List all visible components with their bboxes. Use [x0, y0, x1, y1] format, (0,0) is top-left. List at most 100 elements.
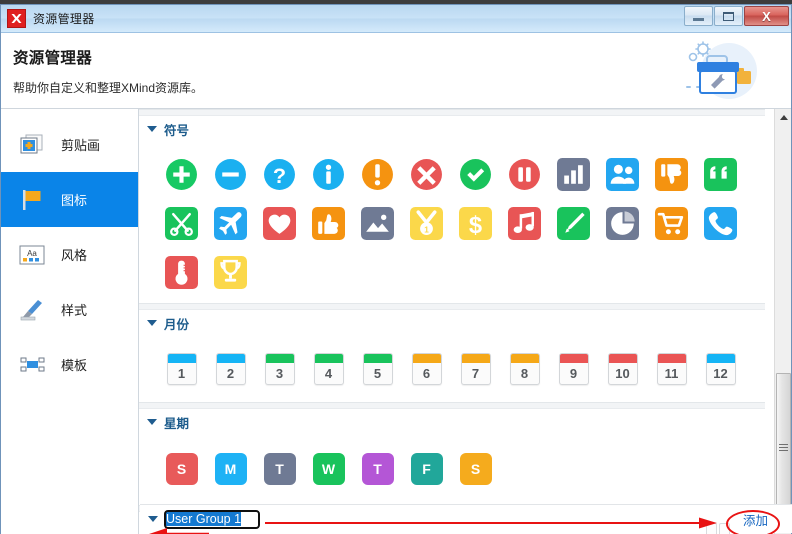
calendar-month-icon[interactable]: 5 — [362, 353, 393, 385]
scroll-up-arrow-icon[interactable] — [775, 109, 791, 126]
icon-cell[interactable] — [451, 150, 500, 199]
weekday-icon[interactable]: S — [165, 453, 198, 485]
icon-cell[interactable]: $ — [451, 199, 500, 248]
close-button[interactable]: X — [744, 6, 789, 26]
icon-cell[interactable] — [304, 199, 353, 248]
plus-circle-icon[interactable] — [165, 158, 198, 191]
weekday-cell[interactable]: S — [157, 445, 206, 493]
bar-chart-icon[interactable] — [557, 158, 590, 191]
weekday-cell[interactable]: T — [353, 445, 402, 493]
weekday-icon[interactable]: S — [459, 453, 492, 485]
icon-cell[interactable]: ? — [255, 150, 304, 199]
shopping-cart-icon[interactable] — [655, 207, 688, 240]
weekday-cell[interactable]: T — [255, 445, 304, 493]
month-cell[interactable]: 1 — [157, 346, 206, 392]
calendar-month-icon[interactable]: 1 — [166, 353, 197, 385]
scissors-icon[interactable] — [165, 207, 198, 240]
people-icon[interactable] — [606, 158, 639, 191]
calendar-month-icon[interactable]: 2 — [215, 353, 246, 385]
icon-cell[interactable] — [696, 150, 745, 199]
month-cell[interactable]: 6 — [402, 346, 451, 392]
month-cell[interactable]: 11 — [647, 346, 696, 392]
icon-cell[interactable] — [157, 248, 206, 297]
section-header-months[interactable]: 月份 — [139, 310, 765, 336]
thumbs-up-icon[interactable] — [312, 207, 345, 240]
month-cell[interactable]: 5 — [353, 346, 402, 392]
maximize-button[interactable] — [714, 6, 743, 26]
icon-cell[interactable] — [696, 199, 745, 248]
month-cell[interactable]: 4 — [304, 346, 353, 392]
calendar-month-icon[interactable]: 4 — [313, 353, 344, 385]
icon-cell[interactable]: 1 — [402, 199, 451, 248]
weekday-cell[interactable]: F — [402, 445, 451, 493]
sidebar-item-style[interactable]: Aa 风格 — [1, 227, 138, 282]
weekday-icon[interactable]: F — [410, 453, 443, 485]
calendar-month-icon[interactable]: 9 — [558, 353, 589, 385]
icon-cell[interactable] — [549, 150, 598, 199]
icon-cell[interactable] — [206, 150, 255, 199]
exclamation-circle-icon[interactable] — [361, 158, 394, 191]
icon-cell[interactable] — [500, 199, 549, 248]
calendar-month-icon[interactable]: 6 — [411, 353, 442, 385]
month-cell[interactable]: 8 — [500, 346, 549, 392]
icon-cell[interactable] — [206, 248, 255, 297]
pause-circle-icon[interactable] — [508, 158, 541, 191]
icon-cell[interactable] — [353, 150, 402, 199]
month-cell[interactable]: 10 — [598, 346, 647, 392]
sidebar-item-theme[interactable]: 样式 — [1, 282, 138, 337]
question-circle-icon[interactable]: ? — [263, 158, 296, 191]
icon-cell[interactable] — [255, 199, 304, 248]
weekday-icon[interactable]: W — [312, 453, 345, 485]
icon-cell[interactable] — [598, 150, 647, 199]
sidebar-item-icons[interactable]: 图标 — [1, 172, 138, 227]
dollar-icon[interactable]: $ — [459, 207, 492, 240]
icon-cell[interactable] — [598, 199, 647, 248]
icon-cell[interactable] — [647, 199, 696, 248]
icon-cell[interactable] — [549, 199, 598, 248]
airplane-icon[interactable] — [214, 207, 247, 240]
month-cell[interactable]: 12 — [696, 346, 745, 392]
weekday-cell[interactable]: S — [451, 445, 500, 493]
calendar-month-icon[interactable]: 10 — [607, 353, 638, 385]
group-name-input[interactable] — [163, 508, 261, 530]
pie-chart-icon[interactable] — [606, 207, 639, 240]
calendar-month-icon[interactable]: 3 — [264, 353, 295, 385]
caret-down-icon[interactable] — [148, 516, 158, 522]
thumbs-down-icon[interactable] — [655, 158, 688, 191]
weekday-icon[interactable]: M — [214, 453, 247, 485]
cross-circle-icon[interactable] — [410, 158, 443, 191]
vertical-scrollbar[interactable] — [774, 109, 791, 534]
section-header-weekdays[interactable]: 星期 — [139, 409, 765, 435]
section-header-symbols[interactable]: 符号 — [139, 116, 765, 142]
check-circle-icon[interactable] — [459, 158, 492, 191]
icon-cell[interactable] — [402, 150, 451, 199]
month-cell[interactable]: 2 — [206, 346, 255, 392]
minimize-button[interactable] — [684, 6, 713, 26]
trophy-icon[interactable] — [214, 256, 247, 289]
icon-cell[interactable] — [647, 150, 696, 199]
pencil-icon[interactable] — [557, 207, 590, 240]
image-icon[interactable] — [361, 207, 394, 240]
heart-icon[interactable] — [263, 207, 296, 240]
quote-icon[interactable] — [704, 158, 737, 191]
icon-cell[interactable] — [157, 150, 206, 199]
sidebar-item-clipart[interactable]: 剪贴画 — [1, 117, 138, 172]
calendar-month-icon[interactable]: 7 — [460, 353, 491, 385]
weekday-icon[interactable]: T — [361, 453, 394, 485]
minus-circle-icon[interactable] — [214, 158, 247, 191]
calendar-month-icon[interactable]: 8 — [509, 353, 540, 385]
phone-icon[interactable] — [704, 207, 737, 240]
month-cell[interactable]: 3 — [255, 346, 304, 392]
month-cell[interactable]: 9 — [549, 346, 598, 392]
calendar-month-icon[interactable]: 12 — [705, 353, 736, 385]
sidebar-item-template[interactable]: 模板 — [1, 337, 138, 392]
music-icon[interactable] — [508, 207, 541, 240]
thermometer-icon[interactable] — [165, 256, 198, 289]
icon-cell[interactable] — [500, 150, 549, 199]
scroll-thumb[interactable] — [776, 373, 791, 521]
calendar-month-icon[interactable]: 11 — [656, 353, 687, 385]
medal-icon[interactable]: 1 — [410, 207, 443, 240]
add-button[interactable]: 添加 — [743, 510, 768, 529]
icon-cell[interactable] — [353, 199, 402, 248]
info-circle-icon[interactable] — [312, 158, 345, 191]
